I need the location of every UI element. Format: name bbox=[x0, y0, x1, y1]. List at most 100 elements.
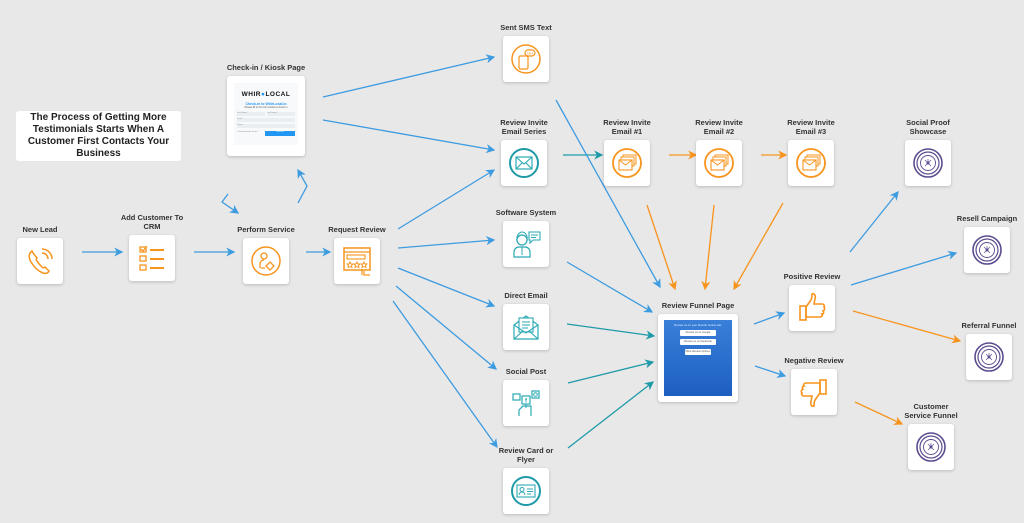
node-label: Sent SMS Text bbox=[500, 23, 552, 32]
node-negative-review[interactable]: Negative Review bbox=[776, 356, 852, 415]
node-label: Social Post bbox=[505, 367, 547, 376]
arrow-positive-to-referral bbox=[852, 310, 962, 344]
open-envelope-icon bbox=[513, 315, 539, 340]
arrow-invite2-to-funnel bbox=[701, 204, 715, 291]
node-invite-email-3[interactable]: Review Invite Email #3 bbox=[772, 118, 850, 186]
funnel-prompt: Review us on your favorite review site: bbox=[674, 323, 722, 327]
funnel-screen: Review us on your favorite review site: … bbox=[664, 320, 732, 396]
check-in-button[interactable]: Check In bbox=[265, 131, 295, 136]
node-label: Check-in / Kiosk Page bbox=[226, 63, 306, 72]
node-card[interactable] bbox=[243, 238, 289, 284]
diagram-canvas: The Process of Getting More Testimonials… bbox=[0, 0, 1024, 523]
phone-icon bbox=[28, 248, 53, 275]
arrow-kiosk-to-perform-service bbox=[221, 193, 240, 214]
node-card[interactable] bbox=[964, 227, 1010, 273]
node-card[interactable] bbox=[503, 221, 549, 267]
id-card-icon bbox=[511, 476, 541, 506]
node-label: Review Invite Email #2 bbox=[695, 118, 743, 136]
node-invite-email-1[interactable]: Review Invite Email #1 bbox=[588, 118, 666, 186]
email-stack-icon bbox=[796, 148, 826, 178]
network-target-icon bbox=[913, 148, 943, 178]
node-card[interactable] bbox=[503, 468, 549, 514]
node-card[interactable] bbox=[788, 140, 834, 186]
node-label: Software System bbox=[495, 208, 557, 217]
first-name-field[interactable]: First Name * bbox=[237, 112, 265, 116]
node-add-crm[interactable]: Add Customer To CRM bbox=[120, 213, 184, 281]
funnel-page-preview[interactable]: Review us on your favorite review site: … bbox=[658, 314, 738, 402]
node-review-funnel-page[interactable]: Review Funnel Page Review us on your fav… bbox=[652, 301, 744, 402]
email-stack-icon bbox=[612, 148, 642, 178]
more-review-options-button[interactable]: More Review Options bbox=[685, 349, 711, 355]
node-card[interactable] bbox=[501, 140, 547, 186]
node-new-lead[interactable]: New Lead bbox=[12, 225, 68, 284]
node-customer-service-funnel[interactable]: Customer Service Funnel bbox=[894, 402, 968, 470]
node-referral-funnel[interactable]: Referral Funnel bbox=[954, 321, 1024, 380]
thumbs-down-icon bbox=[800, 379, 827, 408]
sms-phone-icon: SMS bbox=[511, 44, 541, 74]
consent-row: I Consent to the Terms * Check In bbox=[237, 131, 295, 136]
arrow-kiosk-to-sms bbox=[322, 54, 496, 98]
consent-checkbox[interactable]: I Consent to the Terms * bbox=[237, 131, 263, 136]
node-card[interactable]: SMS bbox=[503, 36, 549, 82]
social-hand-icon: f bbox=[512, 390, 540, 416]
node-social-proof-showcase[interactable]: Social Proof Showcase bbox=[890, 118, 966, 186]
node-label: Direct Email bbox=[504, 291, 548, 300]
network-target-icon bbox=[974, 342, 1004, 372]
node-card[interactable] bbox=[905, 140, 951, 186]
node-social-post[interactable]: Social Post f bbox=[488, 367, 564, 426]
node-label: Positive Review bbox=[783, 272, 841, 281]
node-label: Customer Service Funnel bbox=[904, 402, 958, 420]
logo-text-right: LOCAL bbox=[265, 91, 291, 98]
arrow-invite1-to-funnel bbox=[646, 204, 677, 291]
node-card[interactable] bbox=[334, 238, 380, 284]
arrow-request-review-to-review-card bbox=[392, 300, 498, 449]
arrow-positive-to-resell bbox=[850, 250, 958, 286]
node-label: Add Customer To CRM bbox=[120, 213, 184, 231]
node-label: Perform Service bbox=[237, 225, 295, 234]
kiosk-form: WHIR●LOCAL Check-in to WhirLocal.io Plea… bbox=[234, 83, 298, 145]
kiosk-subheading: Please fill in the form below to check i… bbox=[244, 106, 288, 109]
whirlocal-logo: WHIR●LOCAL bbox=[234, 91, 298, 98]
node-positive-review[interactable]: Positive Review bbox=[776, 272, 848, 331]
arrow-request-review-to-social-post bbox=[395, 285, 498, 370]
node-invite-email-2[interactable]: Review Invite Email #2 bbox=[680, 118, 758, 186]
node-perform-service[interactable]: Perform Service bbox=[232, 225, 300, 284]
node-label: Negative Review bbox=[784, 356, 844, 365]
node-label: Resell Campaign bbox=[956, 214, 1018, 223]
node-card[interactable] bbox=[966, 334, 1012, 380]
node-card[interactable] bbox=[129, 235, 175, 281]
arrow-direct-email-to-funnel bbox=[566, 323, 656, 340]
phone-field[interactable]: Phone bbox=[237, 124, 295, 128]
node-direct-email[interactable]: Direct Email bbox=[488, 291, 564, 350]
email-field[interactable]: Email * bbox=[237, 118, 295, 122]
node-label: Review Card or Flyer bbox=[498, 446, 554, 464]
last-name-field[interactable]: Last Name * bbox=[267, 112, 295, 116]
facebook-review-button[interactable]: Review us on Facebook bbox=[680, 339, 716, 345]
node-email-series[interactable]: Review Invite Email Series bbox=[484, 118, 564, 186]
arrow-social-post-to-funnel bbox=[567, 359, 655, 384]
email-stack-icon bbox=[704, 148, 734, 178]
node-request-review[interactable]: Request Review bbox=[322, 225, 392, 284]
node-card[interactable] bbox=[503, 304, 549, 350]
node-card[interactable] bbox=[789, 285, 835, 331]
node-card[interactable] bbox=[791, 369, 837, 415]
node-card[interactable] bbox=[604, 140, 650, 186]
node-software-system[interactable]: Software System bbox=[488, 208, 564, 267]
node-resell-campaign[interactable]: Resell Campaign bbox=[950, 214, 1024, 273]
node-kiosk-page[interactable]: Check-in / Kiosk Page WHIR●LOCAL Check-i… bbox=[218, 63, 314, 156]
node-card[interactable] bbox=[696, 140, 742, 186]
node-sent-sms[interactable]: Sent SMS Text SMS bbox=[488, 23, 564, 82]
arrow-request-review-to-direct-email bbox=[397, 267, 496, 308]
google-review-button[interactable]: Review us on Google bbox=[680, 330, 716, 336]
node-review-card[interactable]: Review Card or Flyer bbox=[488, 446, 564, 514]
node-label: Review Funnel Page bbox=[661, 301, 735, 310]
node-card[interactable] bbox=[17, 238, 63, 284]
node-card[interactable] bbox=[908, 424, 954, 470]
kiosk-page-preview[interactable]: WHIR●LOCAL Check-in to WhirLocal.io Plea… bbox=[227, 76, 305, 156]
node-label: New Lead bbox=[22, 225, 58, 234]
node-label: Review Invite Email #1 bbox=[603, 118, 651, 136]
node-card[interactable]: f bbox=[503, 380, 549, 426]
arrow-request-review-to-software bbox=[397, 236, 496, 249]
node-label: Review Invite Email Series bbox=[500, 118, 548, 136]
arrow-perform-service-to-kiosk bbox=[297, 168, 308, 204]
